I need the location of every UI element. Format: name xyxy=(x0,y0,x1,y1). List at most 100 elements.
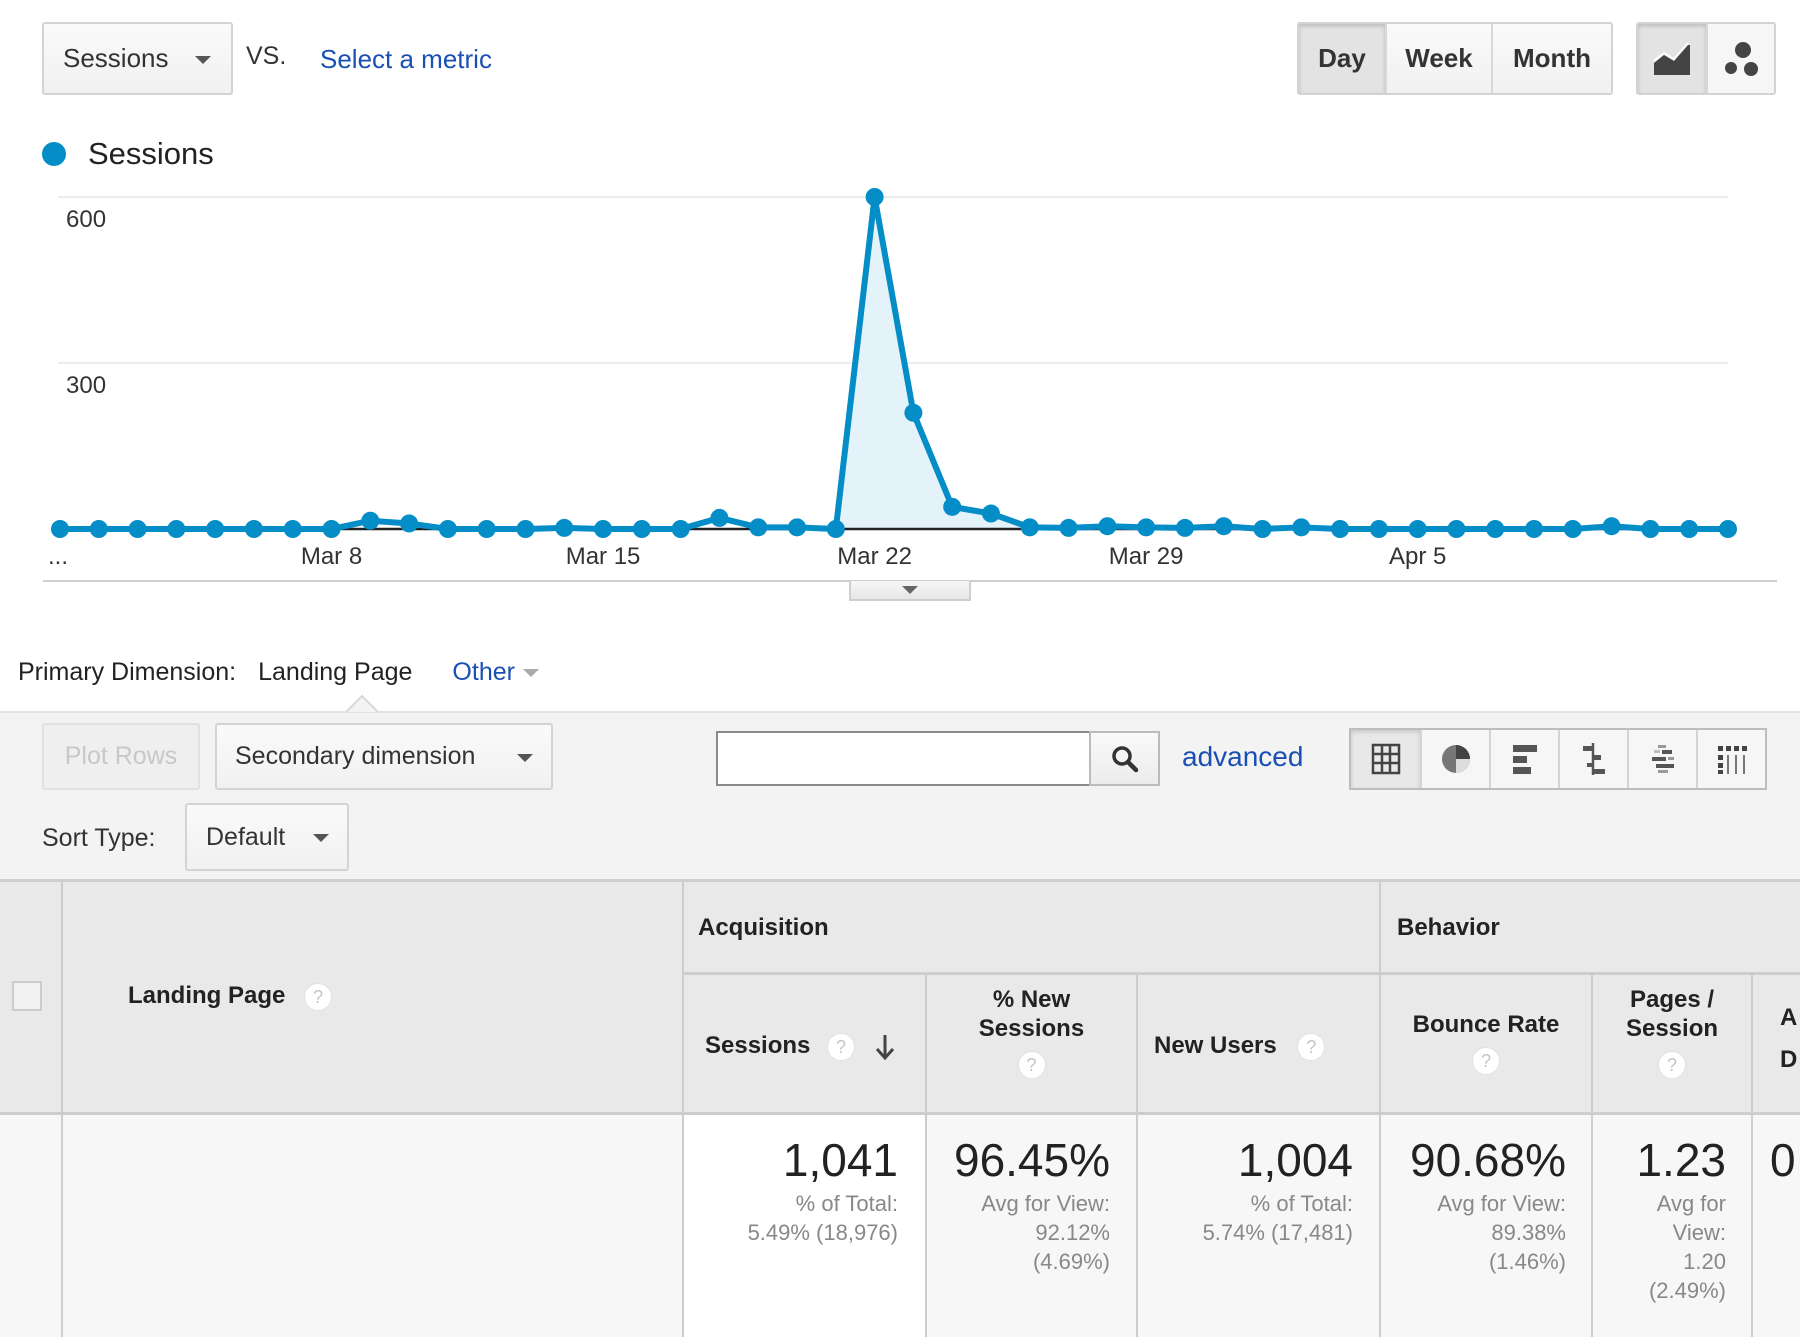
chevron-down-icon xyxy=(517,754,533,762)
period-day-button[interactable]: Day xyxy=(1299,24,1385,93)
data-point-mar-17 xyxy=(671,520,690,538)
sort-type-dropdown[interactable]: Default xyxy=(185,803,349,871)
sort-descending-arrow-icon xyxy=(875,1034,894,1060)
chevron-down-icon xyxy=(195,56,211,64)
secondary-dimension-dropdown[interactable]: Secondary dimension xyxy=(215,723,553,790)
help-icon[interactable]: ? xyxy=(1658,1050,1686,1079)
column-header-new-users[interactable]: New Users ? xyxy=(1154,1032,1326,1061)
bounce-rate-avg-diff: (1.46%) xyxy=(1488,1249,1566,1274)
primary-dimension-other[interactable]: Other xyxy=(452,658,539,687)
primary-dimension-landing-page[interactable]: Landing Page xyxy=(258,658,412,687)
y-tick-label: 300 xyxy=(66,372,106,399)
pct-new-sessions-total: 96.45% Avg for View: 92.12% (4.69%) xyxy=(927,1137,1110,1276)
x-tick-label: Mar 15 xyxy=(566,543,641,570)
vs-label: VS. xyxy=(246,42,287,70)
landing-page-header-label: Landing Page xyxy=(128,982,286,1009)
group-header-divider xyxy=(684,972,1800,975)
pct-new-sessions-total-value: 96.45% xyxy=(953,1134,1110,1186)
data-point-mar-25 xyxy=(981,504,1000,523)
report-table: Landing Page ? Acquisition Behavior Sess… xyxy=(0,879,1800,1337)
data-point-mar-14 xyxy=(555,518,574,537)
help-icon[interactable]: ? xyxy=(1472,1046,1500,1075)
pages-session-header-line1: Pages / xyxy=(1629,986,1715,1013)
pages-session-header-line2: Session xyxy=(1625,1015,1719,1042)
performance-bar-icon xyxy=(1512,745,1537,774)
avg-duration-total-value: 0 xyxy=(1770,1134,1796,1186)
view-data-table-button[interactable] xyxy=(1351,730,1420,788)
chevron-down-icon xyxy=(313,834,329,842)
sessions-total-detail: 5.49% (18,976) xyxy=(747,1220,898,1245)
data-point-apr-7 xyxy=(1486,520,1505,538)
pages-session-avg-label-2: View: xyxy=(1672,1220,1726,1245)
legend-swatch-sessions xyxy=(42,142,66,166)
chart-expand-toggle[interactable] xyxy=(849,581,971,601)
data-point-mar-27 xyxy=(1059,518,1078,537)
metric-selector-dropdown[interactable]: Sessions xyxy=(42,22,233,95)
data-point-mar-11 xyxy=(438,520,457,538)
data-point-apr-8 xyxy=(1525,520,1544,538)
pivot-icon xyxy=(1717,746,1747,774)
group-header-acquisition: Acquisition xyxy=(698,914,829,941)
view-term-cloud-button[interactable] xyxy=(1627,730,1696,788)
chevron-down-icon xyxy=(902,586,918,594)
column-header-landing-page[interactable]: Landing Page ? xyxy=(128,982,333,1011)
help-icon[interactable]: ? xyxy=(827,1032,856,1061)
column-divider xyxy=(682,882,684,1337)
select-all-checkbox[interactable] xyxy=(12,981,42,1011)
data-point-mar-7 xyxy=(283,520,302,538)
data-point-mar-23 xyxy=(904,403,923,422)
motion-chart-button[interactable] xyxy=(1706,24,1774,93)
new-users-total: 1,004 % of Total: 5.74% (17,481) xyxy=(1138,1137,1353,1247)
view-performance-button[interactable] xyxy=(1489,730,1558,788)
data-point-mar-4 xyxy=(167,520,186,538)
data-point-mar-1 xyxy=(51,520,69,538)
group-header-behavior: Behavior xyxy=(1397,914,1500,941)
pages-session-avg-label-1: Avg for xyxy=(1656,1191,1726,1216)
search-button[interactable] xyxy=(1089,731,1160,786)
column-divider xyxy=(61,882,63,1337)
select-metric-link[interactable]: Select a metric xyxy=(320,44,492,75)
advanced-filter-link[interactable]: advanced xyxy=(1182,741,1303,773)
column-header-pages-session[interactable]: Pages / Session ? xyxy=(1593,985,1751,1079)
view-pivot-button[interactable] xyxy=(1696,730,1765,788)
line-chart-icon xyxy=(1653,41,1690,75)
data-point-apr-12 xyxy=(1680,520,1699,538)
column-header-sessions[interactable]: Sessions ? xyxy=(705,1032,896,1061)
table-search-input[interactable] xyxy=(716,731,1090,786)
data-point-mar-8 xyxy=(322,520,341,538)
active-dimension-pointer xyxy=(346,694,378,712)
data-point-mar-12 xyxy=(477,520,496,538)
help-icon[interactable]: ? xyxy=(304,982,333,1011)
help-icon[interactable]: ? xyxy=(1297,1032,1326,1061)
data-point-mar-9 xyxy=(361,511,380,530)
column-header-avg-session-duration[interactable]: A D xyxy=(1780,997,1797,1081)
primary-dimension-bar: Primary Dimension: Landing Page Other xyxy=(18,658,539,687)
y-tick-label: 600 xyxy=(66,206,106,233)
search-icon xyxy=(1111,745,1138,772)
x-tick-label: Mar 8 xyxy=(301,543,362,570)
column-divider xyxy=(1751,973,1753,1337)
column-header-bounce-rate[interactable]: Bounce Rate ? xyxy=(1381,1010,1591,1075)
pct-new-sessions-header-line1: % New xyxy=(992,986,1071,1013)
data-point-mar-2 xyxy=(89,520,108,538)
bounce-rate-total-value: 90.68% xyxy=(1409,1134,1566,1186)
view-percentage-button[interactable] xyxy=(1420,730,1489,788)
line-chart-button[interactable] xyxy=(1638,24,1706,93)
help-icon[interactable]: ? xyxy=(1017,1050,1046,1079)
avg-duration-header-line1: A xyxy=(1780,1004,1798,1031)
plot-rows-button[interactable]: Plot Rows xyxy=(42,723,200,790)
data-point-apr-11 xyxy=(1641,520,1660,538)
data-point-mar-24 xyxy=(943,497,962,516)
period-week-button[interactable]: Week xyxy=(1385,24,1491,93)
new-users-total-label: % of Total: xyxy=(1250,1191,1353,1216)
data-point-mar-19 xyxy=(749,518,768,537)
chevron-down-icon xyxy=(522,669,539,678)
sessions-line-chart: 300 600... Mar 8 Mar 15 Mar 22 Mar 29 Apr 5 xyxy=(48,188,1737,570)
data-point-apr-3 xyxy=(1331,520,1350,538)
pages-session-total: 1.23 Avg for View: 1.20 (2.49%) xyxy=(1593,1137,1726,1305)
view-comparison-button[interactable] xyxy=(1558,730,1627,788)
column-header-pct-new-sessions[interactable]: % New Sessions ? xyxy=(927,985,1136,1079)
sessions-header-label: Sessions xyxy=(705,1032,811,1059)
pages-session-avg-value: 1.20 xyxy=(1683,1249,1726,1274)
period-month-button[interactable]: Month xyxy=(1491,24,1611,93)
